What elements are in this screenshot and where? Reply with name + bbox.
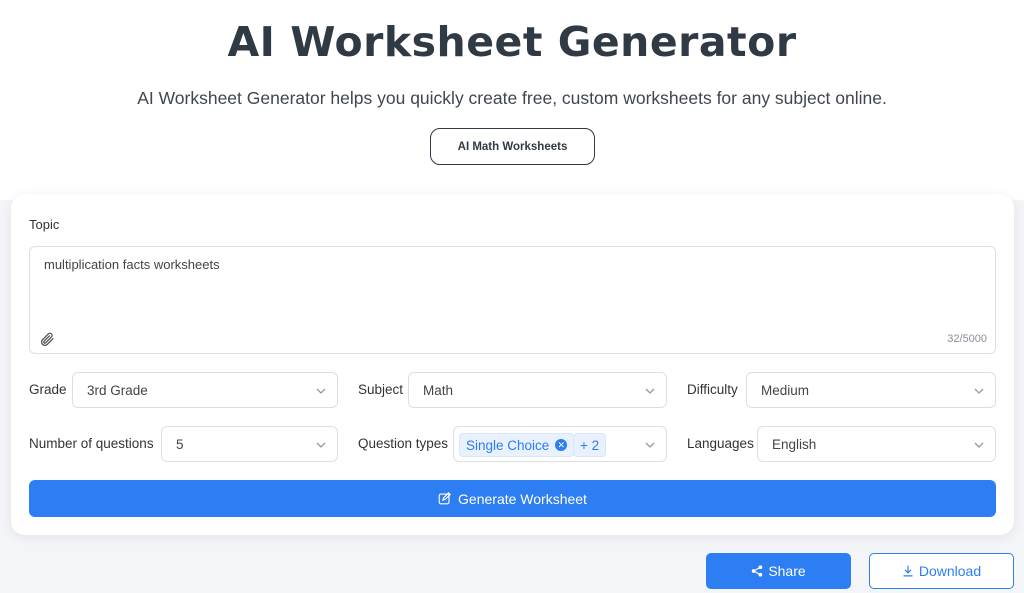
character-counter: 32/5000 <box>947 333 987 345</box>
topic-label: Topic <box>29 217 60 232</box>
page-subtitle: AI Worksheet Generator helps you quickly… <box>137 88 887 108</box>
question-type-tag-label: Single Choice <box>466 437 550 453</box>
download-label: Download <box>918 563 982 579</box>
num-questions-value: 5 <box>176 437 184 452</box>
num-questions-label: Number of questions <box>29 436 154 451</box>
share-button[interactable]: Share <box>706 553 851 589</box>
generator-card: Topic multiplication facts worksheets 32… <box>11 194 1014 535</box>
chevron-down-icon <box>645 388 655 394</box>
download-icon <box>903 565 913 577</box>
share-icon <box>752 565 763 577</box>
ai-math-worksheets-link[interactable]: AI Math Worksheets <box>430 128 595 165</box>
chevron-down-icon <box>974 442 984 448</box>
languages-value: English <box>772 437 817 452</box>
languages-select[interactable]: English <box>757 426 996 462</box>
generate-worksheet-button[interactable]: Generate Worksheet <box>29 480 996 517</box>
difficulty-label: Difficulty <box>687 382 738 397</box>
subject-value: Math <box>423 383 454 398</box>
close-icon[interactable]: ✕ <box>555 439 568 451</box>
grade-label: Grade <box>29 382 67 397</box>
share-label: Share <box>768 563 806 579</box>
edit-icon <box>438 492 452 505</box>
grade-select[interactable]: 3rd Grade <box>72 372 338 408</box>
subject-label: Subject <box>358 382 404 397</box>
hero-section: AI Worksheet Generator AI Worksheet Gene… <box>0 0 1024 200</box>
question-types-select[interactable]: Single Choice ✕ + 2 <box>453 426 667 462</box>
chevron-down-icon <box>974 388 984 394</box>
paperclip-icon[interactable] <box>39 331 55 347</box>
topic-input[interactable]: multiplication facts worksheets 32/5000 <box>29 246 996 354</box>
num-questions-select[interactable]: 5 <box>161 426 338 462</box>
question-type-tag: Single Choice ✕ <box>459 433 575 457</box>
chevron-down-icon <box>645 442 655 448</box>
subject-select[interactable]: Math <box>408 372 667 408</box>
page-title: AI Worksheet Generator <box>227 18 797 66</box>
difficulty-select[interactable]: Medium <box>746 372 996 408</box>
chevron-down-icon <box>316 388 326 394</box>
more-tags-badge: + 2 <box>573 433 607 457</box>
chevron-down-icon <box>316 442 326 448</box>
generate-worksheet-label: Generate Worksheet <box>458 490 587 507</box>
question-types-label: Question types <box>358 436 449 451</box>
topic-input-value: multiplication facts worksheets <box>44 257 220 272</box>
grade-value: 3rd Grade <box>87 383 148 398</box>
difficulty-value: Medium <box>761 383 810 398</box>
languages-label: Languages <box>687 436 754 451</box>
more-tags-count: + 2 <box>580 437 600 453</box>
download-button[interactable]: Download <box>869 553 1014 589</box>
